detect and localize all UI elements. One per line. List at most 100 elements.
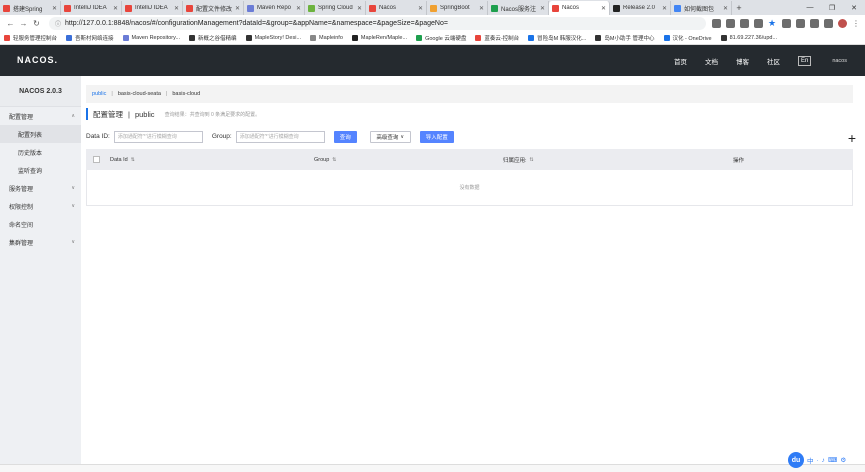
browser-tab[interactable]: Nacos ✕	[366, 1, 427, 15]
tab-close-icon[interactable]: ✕	[662, 5, 667, 12]
tab-close-icon[interactable]: ✕	[357, 5, 362, 12]
user-menu[interactable]: nacos	[832, 58, 847, 64]
reading-list-icon[interactable]	[810, 19, 819, 28]
zoom-icon[interactable]	[754, 19, 763, 28]
browser-tab[interactable]: Release 2.0 ✕	[610, 1, 671, 15]
query-button[interactable]: 查询	[333, 130, 357, 143]
reload-icon[interactable]: ↻	[30, 19, 43, 28]
sidebar-item[interactable]: 配置列表	[0, 125, 81, 143]
bookmark-item[interactable]: 岛M小助手 管理中心	[595, 34, 655, 42]
url-text: http://127.0.0.1:8848/nacos/#/configurat…	[65, 20, 448, 27]
col-app[interactable]: 归属应用: ⇅	[503, 156, 733, 164]
bookmark-favicon-icon	[189, 35, 196, 41]
bookmark-favicon-icon	[66, 35, 73, 41]
tab-close-icon[interactable]: ✕	[479, 5, 484, 12]
bookmark-star-icon[interactable]: ★	[768, 19, 777, 28]
ime-punctuation-icon[interactable]: ·	[817, 457, 819, 464]
import-config-button[interactable]: 导入配置	[419, 130, 454, 143]
baidu-ime-logo[interactable]: du	[788, 452, 804, 468]
minimize-icon[interactable]: —	[799, 0, 821, 15]
col-group[interactable]: Group ⇅	[314, 157, 503, 163]
tab-close-icon[interactable]: ✕	[540, 5, 545, 12]
browser-tab[interactable]: Spring Cloud ✕	[305, 1, 366, 15]
nacos-logo[interactable]: NACOS.	[17, 55, 58, 65]
nav-community[interactable]: 社区	[767, 56, 780, 66]
puzzle-icon[interactable]	[796, 19, 805, 28]
forward-icon[interactable]: →	[17, 19, 30, 28]
browser-tab[interactable]: IntelliJ IDEA ✕	[61, 1, 122, 15]
dataid-input[interactable]: 添加通配符'*'进行模糊查询	[113, 130, 203, 143]
new-tab-button[interactable]: +	[732, 1, 746, 15]
browser-tab[interactable]: 如何截图包 ✕	[671, 1, 732, 15]
profile-avatar-icon[interactable]	[838, 19, 847, 28]
sidebar-item[interactable]: 配置管理 ∧	[0, 107, 81, 125]
bookmark-label: 吾斯村网络连接	[75, 36, 114, 42]
browser-tab[interactable]: Nacos ✕	[549, 1, 610, 15]
browser-tab[interactable]: IntelliJ IDEA ✕	[122, 1, 183, 15]
tab-label: Spring Cloud	[318, 5, 353, 11]
sort-icon[interactable]: ⇅	[332, 157, 336, 163]
tab-close-icon[interactable]: ✕	[235, 5, 240, 12]
tab-close-icon[interactable]: ✕	[418, 5, 423, 12]
bookmark-item[interactable]: Google 云端硬盘	[416, 34, 466, 42]
tab-close-icon[interactable]: ✕	[601, 5, 606, 12]
bookmark-item[interactable]: 冒险岛M 韩服汉化...	[528, 34, 586, 42]
close-window-icon[interactable]: ✕	[843, 0, 865, 15]
group-input[interactable]: 添加通配符'*'进行模糊查询	[235, 130, 325, 143]
namespace-tab-basis-cloud[interactable]: basis-cloud	[172, 91, 200, 97]
bookmark-item[interactable]: 81.69.227.36/upd...	[720, 35, 777, 41]
ime-keyboard-icon[interactable]: ⌨	[828, 456, 837, 464]
sidebar-item[interactable]: 权限控制 ∨	[0, 197, 81, 215]
sidebar-item[interactable]: 命名空间	[0, 215, 81, 233]
extension-icon[interactable]	[782, 19, 791, 28]
tab-close-icon[interactable]: ✕	[113, 5, 118, 12]
url-input[interactable]: ⓘ http://127.0.0.1:8848/nacos/#/configur…	[49, 17, 706, 30]
ime-voice-icon[interactable]: ♪	[822, 457, 825, 464]
browser-tab[interactable]: 配置文件修改 ✕	[183, 1, 244, 15]
nav-docs[interactable]: 文档	[705, 56, 718, 66]
add-config-icon[interactable]: +	[848, 131, 856, 145]
translate-icon[interactable]	[726, 19, 735, 28]
tab-close-icon[interactable]: ✕	[52, 5, 57, 12]
browser-tab[interactable]: SpringBoot ✕	[427, 1, 488, 15]
sidebar-item[interactable]: 监听查询	[0, 161, 81, 179]
menu-icon[interactable]: ⋮	[852, 19, 861, 28]
page-title: 配置管理	[93, 109, 123, 119]
tab-close-icon[interactable]: ✕	[723, 5, 728, 12]
back-icon[interactable]: ←	[4, 19, 17, 28]
bookmark-item[interactable]: 吾斯村网络连接	[66, 34, 114, 42]
select-all-checkbox[interactable]	[93, 156, 100, 163]
sidebar-item[interactable]: 历史版本	[0, 143, 81, 161]
bookmark-item[interactable]: 汉化 - OneDrive	[663, 34, 712, 42]
namespace-tab-seata[interactable]: basis-cloud-seata	[118, 91, 161, 97]
key-icon[interactable]	[712, 19, 721, 28]
namespace-tab-public[interactable]: public	[92, 91, 106, 97]
bookmark-item[interactable]: 轻服务管理控制台	[4, 34, 57, 42]
sidebar-item[interactable]: 集群管理 ∨	[0, 233, 81, 251]
bookmark-item[interactable]: 蓝奏云-控制台	[475, 34, 519, 42]
browser-tab[interactable]: Nacos服务注 ✕	[488, 1, 549, 15]
nav-blog[interactable]: 博客	[736, 56, 749, 66]
bookmark-item[interactable]: Mapleinfo	[310, 35, 343, 41]
bookmark-item[interactable]: Maven Repository...	[122, 35, 180, 41]
ime-settings-icon[interactable]: ⚙	[840, 456, 846, 464]
info-icon[interactable]: ⓘ	[55, 19, 61, 28]
browser-tab[interactable]: Maven Repo ✕	[244, 1, 305, 15]
col-dataid[interactable]: Data Id ⇅	[110, 157, 314, 163]
ime-chinese-mode[interactable]: 中	[807, 455, 814, 465]
tab-close-icon[interactable]: ✕	[174, 5, 179, 12]
bookmark-item[interactable]: MapleRen/Maple...	[351, 35, 407, 41]
share-icon[interactable]	[740, 19, 749, 28]
bookmark-item[interactable]: MapleStory! Desi...	[245, 35, 301, 41]
sort-icon[interactable]: ⇅	[131, 157, 135, 163]
sidebar-icon[interactable]	[824, 19, 833, 28]
bookmark-item[interactable]: 新概之谷借精编	[189, 34, 237, 42]
browser-tab[interactable]: 搭建Spring ✕	[0, 1, 61, 15]
advanced-query-button[interactable]: 高级查询 ∨	[369, 130, 411, 143]
nav-home[interactable]: 首页	[674, 56, 687, 66]
tab-close-icon[interactable]: ✕	[296, 5, 301, 12]
sidebar-item[interactable]: 服务管理 ∨	[0, 179, 81, 197]
maximize-icon[interactable]: ❐	[821, 0, 843, 15]
sort-icon[interactable]: ⇅	[530, 157, 534, 163]
language-toggle[interactable]: En	[797, 55, 812, 66]
